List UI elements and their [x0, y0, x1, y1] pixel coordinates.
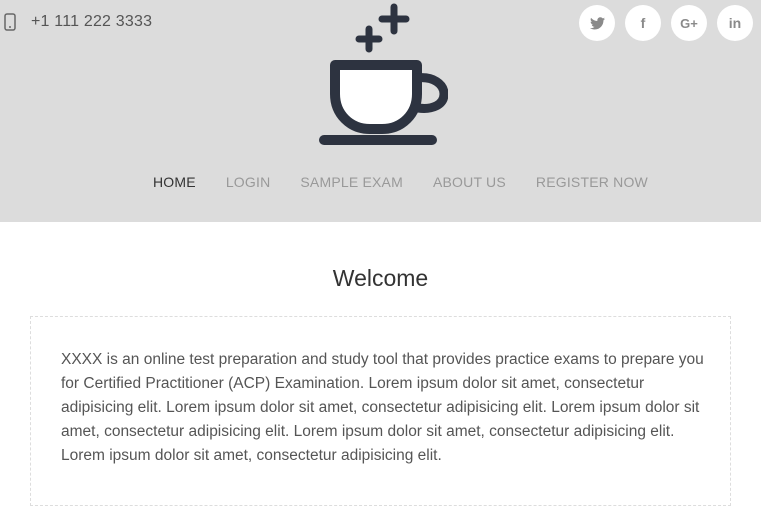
phone-number: +1 111 222 3333 [31, 13, 153, 30]
mobile-phone-icon [4, 13, 16, 31]
site-header: +1 111 222 3333 f G+ in HOME LOGIN SAMPL… [0, 0, 761, 222]
main-navigation: HOME LOGIN SAMPLE EXAM ABOUT US REGISTER… [153, 174, 648, 190]
nav-item-home[interactable]: HOME [153, 174, 196, 190]
page-title: Welcome [332, 265, 429, 291]
social-links: f G+ in [579, 5, 753, 41]
intro-box: XXXX is an online test preparation and s… [30, 316, 731, 506]
facebook-icon[interactable]: f [625, 5, 661, 41]
nav-item-sample-exam[interactable]: SAMPLE EXAM [300, 174, 403, 190]
coffee-cup-logo-icon[interactable] [318, 2, 449, 148]
google-plus-icon[interactable]: G+ [671, 5, 707, 41]
intro-text: XXXX is an online test preparation and s… [61, 351, 704, 464]
nav-item-register-now[interactable]: REGISTER NOW [536, 174, 648, 190]
phone-contact: +1 111 222 3333 [4, 13, 152, 31]
nav-item-about-us[interactable]: ABOUT US [433, 174, 506, 190]
twitter-icon[interactable] [579, 5, 615, 41]
nav-item-login[interactable]: LOGIN [226, 174, 271, 190]
linkedin-icon[interactable]: in [717, 5, 753, 41]
